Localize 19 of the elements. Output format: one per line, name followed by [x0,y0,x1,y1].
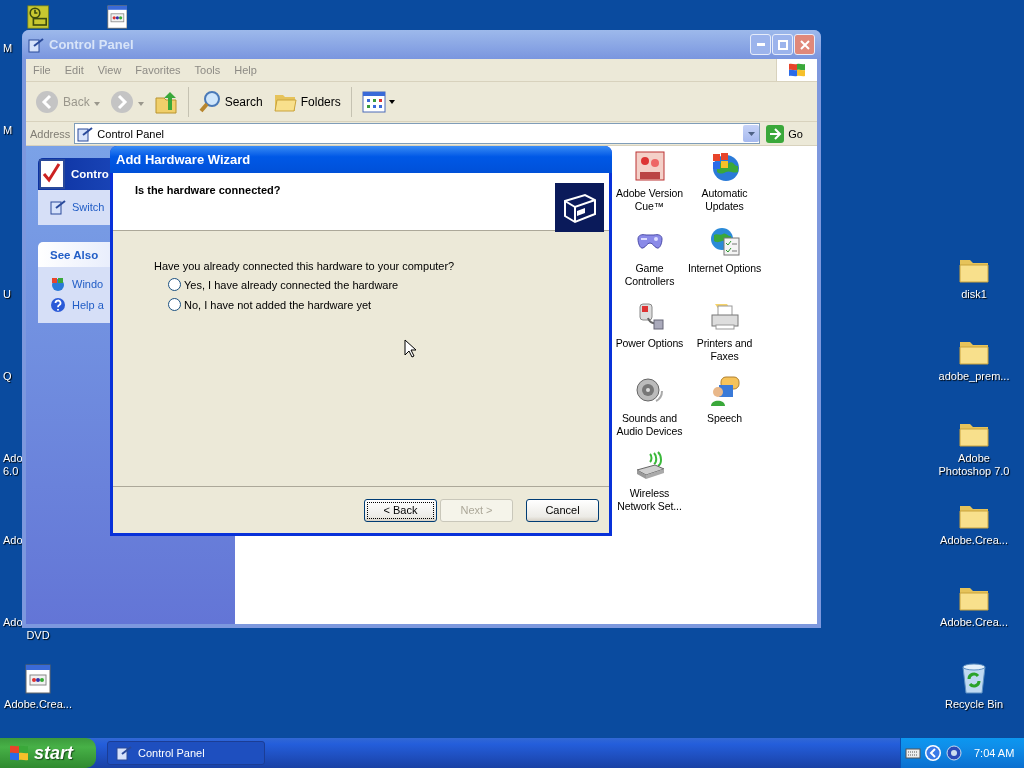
icon-label: Ado [2,452,23,465]
icon-label: Adobe.Crea... [4,698,72,711]
address-label: Address [30,127,71,140]
icon-label: U [2,288,11,301]
icon-label: Adobe.Crea... [940,534,1008,547]
icon-label: Adobe Photoshop 7.0 [937,452,1011,478]
icon-label: Ado [2,534,23,547]
icon-label: M [2,124,13,137]
icon-label: adobe_prem... [938,370,1010,383]
icon-label: M [2,42,13,55]
icon-label: disk1 [961,288,987,301]
icon-label: DVD [26,629,50,642]
icon-label: Q [2,370,12,383]
icon-label: Ado [2,616,23,629]
icon-label: Adobe.Crea... [940,616,1008,629]
clock: 7:04 AM [974,747,1015,759]
window-title: Control Panel [49,37,135,52]
icon-label: Recycle Bin [944,698,1004,711]
icon-label: 6.0 [2,465,19,478]
